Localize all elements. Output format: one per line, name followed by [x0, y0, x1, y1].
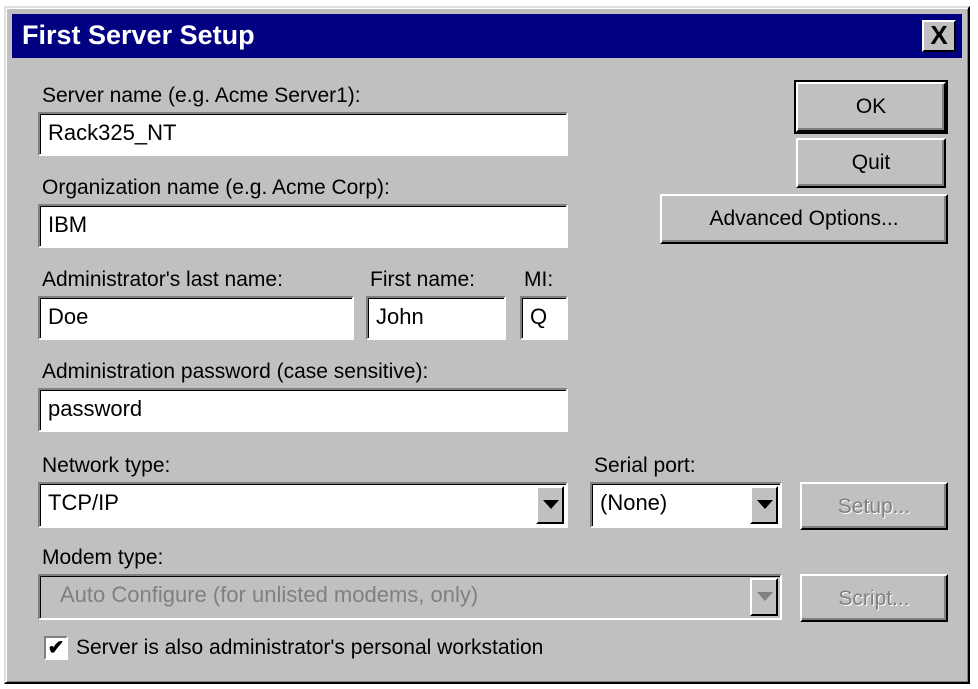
personal-workstation-checkbox[interactable]: ✔: [44, 636, 68, 660]
admin-last-name-field[interactable]: Doe: [38, 296, 354, 340]
serial-port-label: Serial port:: [594, 454, 696, 477]
chevron-down-icon[interactable]: [750, 578, 778, 616]
admin-last-name-label: Administrator's last name:: [42, 268, 283, 291]
advanced-options-button[interactable]: Advanced Options...: [660, 194, 948, 244]
first-name-label: First name:: [370, 268, 476, 291]
chevron-down-icon[interactable]: [536, 486, 564, 524]
serial-port-value: (None): [600, 490, 668, 515]
organization-name-label: Organization name (e.g. Acme Corp):: [42, 176, 390, 199]
script-button[interactable]: Script...: [800, 574, 948, 622]
password-field[interactable]: password: [38, 388, 568, 432]
close-button[interactable]: X: [922, 20, 956, 52]
mi-label: MI:: [524, 268, 554, 291]
organization-name-field[interactable]: IBM: [38, 204, 568, 248]
password-label: Administration password (case sensitive)…: [42, 360, 429, 383]
quit-button[interactable]: Quit: [796, 138, 946, 188]
server-name-field[interactable]: Rack325_NT: [38, 112, 568, 156]
network-type-value: TCP/IP: [48, 490, 119, 515]
network-type-label: Network type:: [42, 454, 171, 477]
title-bar: First Server Setup X: [12, 14, 962, 58]
mi-field[interactable]: Q: [520, 296, 568, 340]
server-name-label: Server name (e.g. Acme Server1):: [42, 84, 361, 107]
chevron-down-icon[interactable]: [750, 486, 778, 524]
setup-button[interactable]: Setup...: [800, 482, 948, 530]
modem-type-label: Modem type:: [42, 546, 164, 569]
ok-button[interactable]: OK: [794, 80, 948, 134]
first-name-field[interactable]: John: [366, 296, 506, 340]
dialog-title: First Server Setup: [22, 20, 255, 50]
personal-workstation-label: Server is also administrator's personal …: [76, 636, 544, 659]
modem-type-value: Auto Configure (for unlisted modems, onl…: [60, 582, 479, 607]
modem-type-select[interactable]: Auto Configure (for unlisted modems, onl…: [38, 574, 782, 620]
network-type-select[interactable]: TCP/IP: [38, 482, 568, 528]
serial-port-select[interactable]: (None): [590, 482, 782, 528]
